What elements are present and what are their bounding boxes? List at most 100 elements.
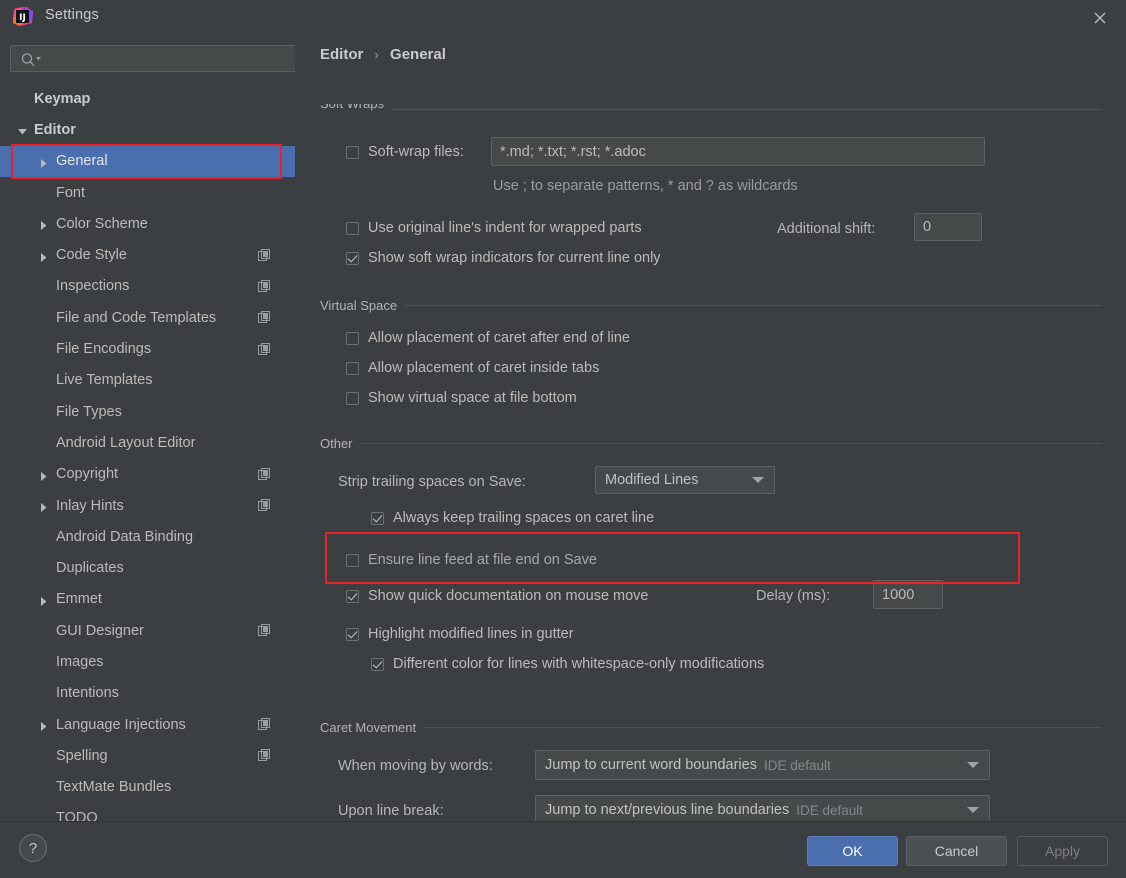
chevron-right-icon[interactable] (38, 719, 49, 732)
section-title-soft-wraps: Soft Wraps (320, 104, 392, 115)
checkbox-soft-wrap-files[interactable]: Soft-wrap files: (346, 144, 464, 160)
search-input[interactable] (47, 46, 296, 73)
sidebar-item-file-encodings[interactable]: File Encodings (0, 333, 295, 364)
sidebar-item-android-layout-editor[interactable]: Android Layout Editor (0, 427, 295, 458)
checkbox-label: Allow placement of caret inside tabs (368, 360, 600, 376)
sidebar-item-intentions[interactable]: Intentions (0, 678, 295, 709)
sidebar-item-code-style[interactable]: Code Style (0, 239, 295, 270)
sidebar-item-inspections[interactable]: Inspections (0, 271, 295, 302)
sidebar-item-general[interactable]: General (0, 145, 295, 177)
sidebar-item-file-and-code-templates[interactable]: File and Code Templates (0, 302, 295, 333)
when-moving-by-words-select[interactable]: Jump to current word boundaries IDE defa… (535, 750, 990, 780)
search-field[interactable] (10, 45, 297, 73)
checkbox-box[interactable] (346, 627, 359, 641)
additional-shift-value: 0 (923, 219, 932, 235)
strip-trailing-label: Strip trailing spaces on Save: (338, 474, 526, 490)
checkbox-caret-inside-tabs[interactable]: Allow placement of caret inside tabs (346, 360, 599, 376)
sidebar-item-inlay-hints[interactable]: Inlay Hints (0, 490, 295, 521)
help-button[interactable]: ? (19, 834, 47, 862)
checkbox-label: Highlight modified lines in gutter (368, 626, 574, 642)
delay-input[interactable]: 1000 (873, 580, 943, 609)
sidebar-item-label: Android Layout Editor (56, 434, 196, 451)
sidebar-item-todo[interactable]: TODO (0, 803, 295, 821)
sidebar-item-textmate-bundles[interactable]: TextMate Bundles (0, 772, 295, 803)
checkbox-label: Use original line's indent for wrapped p… (368, 220, 642, 236)
content-scrollbar-track[interactable] (1112, 34, 1126, 821)
checkbox-box[interactable] (346, 391, 359, 405)
project-scope-icon (258, 342, 271, 356)
checkbox-ensure-line-feed[interactable]: Ensure line feed at file end on Save (346, 552, 597, 568)
sidebar-item-gui-designer[interactable]: GUI Designer (0, 615, 295, 646)
checkbox-caret-after-end-of-line[interactable]: Allow placement of caret after end of li… (346, 330, 630, 346)
sidebar-item-images[interactable]: Images (0, 646, 295, 677)
checkbox-label: Show soft wrap indicators for current li… (368, 250, 661, 266)
chevron-right-icon[interactable] (38, 500, 49, 512)
checkbox-highlight-modified-lines[interactable]: Highlight modified lines in gutter (346, 626, 574, 642)
breadcrumb-root: Editor (320, 46, 364, 63)
sidebar-item-keymap[interactable]: Keymap (0, 83, 295, 114)
checkbox-label: Show virtual space at file bottom (368, 390, 577, 406)
project-scope-icon (258, 279, 271, 293)
checkbox-virtual-space-file-bottom[interactable]: Show virtual space at file bottom (346, 390, 577, 406)
sidebar-item-font[interactable]: Font (0, 177, 295, 208)
checkbox-box[interactable] (346, 145, 359, 159)
sidebar-item-label: Code Style (56, 247, 127, 264)
sidebar-item-live-templates[interactable]: Live Templates (0, 365, 295, 396)
ok-button[interactable]: OK (807, 836, 898, 866)
sidebar-item-copyright[interactable]: Copyright (0, 459, 295, 490)
chevron-right-icon[interactable] (38, 469, 49, 481)
additional-shift-label: Additional shift: (777, 221, 876, 237)
checkbox-different-color-whitespace[interactable]: Different color for lines with whitespac… (371, 656, 764, 672)
sidebar-item-language-injections[interactable]: Language Injections (0, 709, 295, 740)
sidebar-item-label: Language Injections (56, 716, 186, 733)
checkbox-box[interactable] (346, 361, 359, 375)
chevron-down-icon[interactable] (17, 124, 28, 135)
chevron-right-icon[interactable] (38, 594, 49, 606)
sidebar-item-color-scheme[interactable]: Color Scheme (0, 208, 295, 239)
sidebar-item-spelling[interactable]: Spelling (0, 740, 295, 771)
checkbox-label: Different color for lines with whitespac… (393, 656, 765, 672)
additional-shift-input[interactable]: 0 (914, 213, 982, 241)
checkbox-box[interactable] (371, 511, 384, 525)
checkbox-box[interactable] (346, 331, 359, 345)
sidebar-item-emmet[interactable]: Emmet (0, 584, 295, 615)
sidebar-item-label: Emmet (56, 591, 102, 608)
sidebar-scrollbar-track[interactable] (295, 34, 599, 821)
cancel-button[interactable]: Cancel (906, 836, 1007, 866)
sidebar-item-file-types[interactable]: File Types (0, 396, 295, 427)
sidebar-item-label: TODO (56, 810, 98, 821)
strip-trailing-select[interactable]: Modified Lines (595, 466, 775, 494)
section-rule (405, 305, 1102, 306)
checkbox-box[interactable] (346, 221, 359, 235)
apply-button[interactable]: Apply (1017, 836, 1108, 866)
sidebar-item-label: TextMate Bundles (56, 779, 172, 796)
upon-line-break-value: Jump to next/previous line boundaries (545, 802, 790, 818)
breadcrumb-leaf: General (390, 46, 446, 63)
upon-line-break-select[interactable]: Jump to next/previous line boundaries ID… (535, 795, 990, 821)
close-icon[interactable] (1088, 6, 1112, 30)
settings-tree[interactable]: Keymap Editor General Font Color Scheme Code … (0, 83, 295, 821)
checkbox-use-original-indent[interactable]: Use original line's indent for wrapped p… (346, 220, 642, 236)
checkbox-always-keep-trailing-spaces[interactable]: Always keep trailing spaces on caret lin… (371, 510, 654, 526)
checkbox-show-quick-documentation[interactable]: Show quick documentation on mouse move (346, 588, 649, 604)
sidebar-item-label: File Encodings (56, 341, 152, 358)
checkbox-label: Always keep trailing spaces on caret lin… (393, 510, 655, 526)
chevron-right-icon[interactable] (38, 156, 49, 168)
checkbox-box[interactable] (346, 553, 359, 567)
sidebar-item-label: Font (56, 184, 86, 201)
checkbox-show-soft-wrap-indicators[interactable]: Show soft wrap indicators for current li… (346, 250, 661, 266)
chevron-right-icon[interactable] (38, 218, 49, 231)
sidebar-item-label: Android Data Binding (56, 528, 194, 545)
chevron-right-icon[interactable] (38, 250, 49, 262)
when-moving-by-words-value: Jump to current word boundaries (545, 757, 757, 773)
soft-wrap-files-input[interactable]: *.md; *.txt; *.rst; *.adoc (491, 137, 985, 166)
checkbox-box[interactable] (346, 251, 359, 265)
sidebar-item-duplicates[interactable]: Duplicates (0, 552, 295, 583)
sidebar-item-label: Keymap (34, 90, 91, 107)
sidebar-item-android-data-binding[interactable]: Android Data Binding (0, 521, 295, 552)
svg-text:IJ: IJ (19, 13, 26, 23)
chevron-down-icon (967, 807, 979, 813)
checkbox-box[interactable] (346, 589, 359, 603)
sidebar-item-editor[interactable]: Editor (0, 114, 295, 145)
checkbox-box[interactable] (371, 657, 384, 671)
